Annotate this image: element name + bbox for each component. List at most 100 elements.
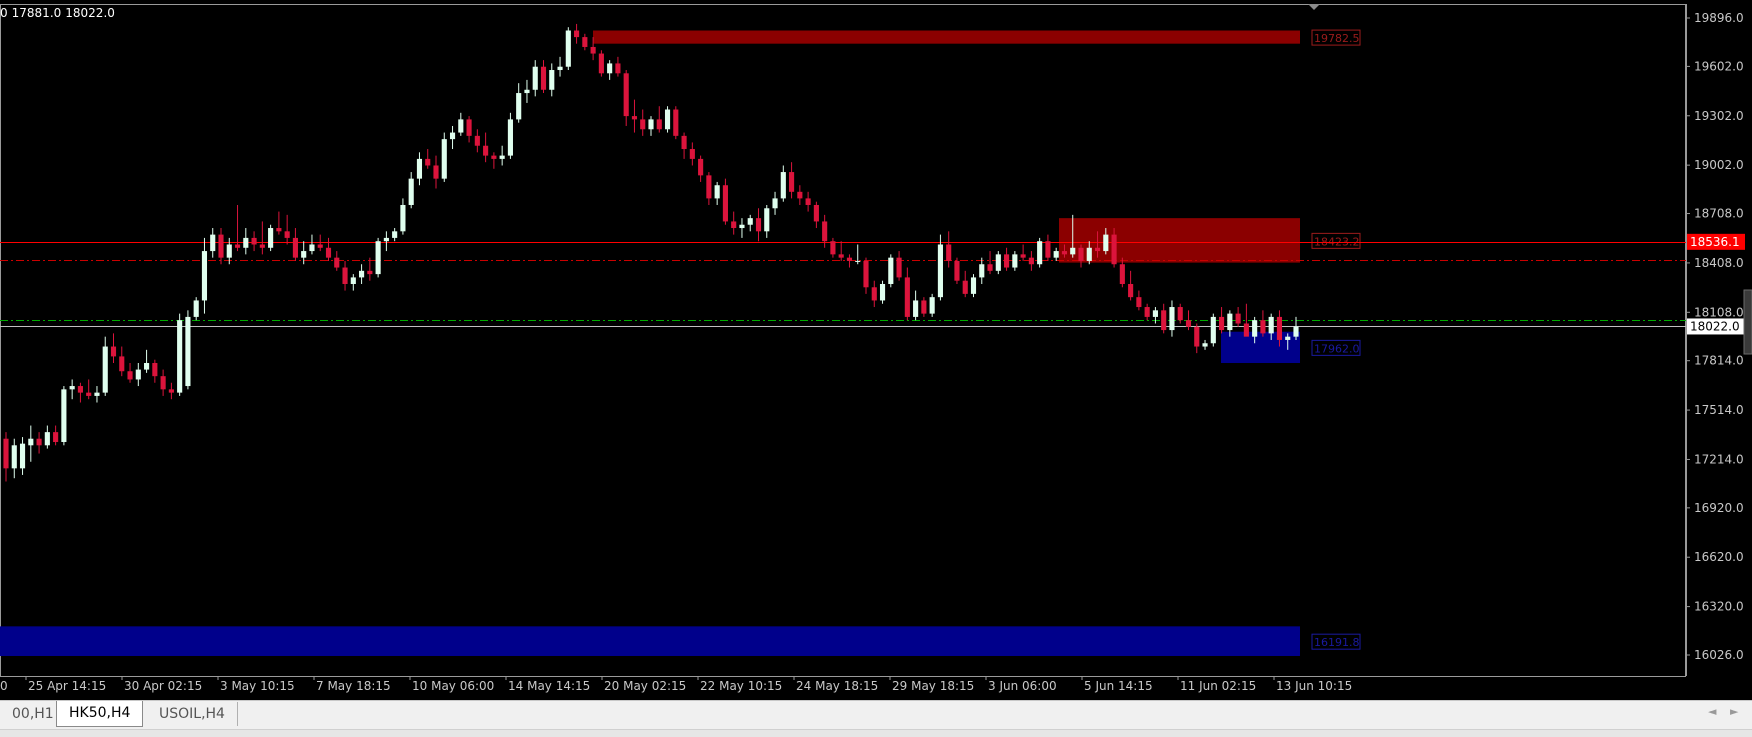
candle-body <box>689 149 695 159</box>
candle-body <box>110 346 117 357</box>
candle-body <box>1276 316 1283 340</box>
time-axis-label: 14 May 14:15 <box>508 679 590 693</box>
price-axis-label: 16920.0 <box>1694 501 1744 515</box>
candle-body <box>259 244 265 248</box>
candle-body <box>987 264 993 271</box>
candle-body <box>1094 247 1101 252</box>
candle-body <box>218 234 224 258</box>
candle-body <box>86 392 92 396</box>
tab-usoil-h4[interactable]: USOIL,H4 <box>147 702 238 726</box>
candle-body <box>764 208 770 232</box>
candle-body <box>177 320 183 393</box>
chart-frame <box>0 4 1686 677</box>
candle-body <box>871 287 877 301</box>
candle-body <box>507 119 513 156</box>
time-axis-label: 20 May 02:15 <box>604 679 686 693</box>
candle-body <box>855 260 861 262</box>
candle-body <box>623 73 629 117</box>
candle-body <box>888 257 894 284</box>
candle-body <box>557 66 563 71</box>
candle-body <box>383 237 389 242</box>
candle-body <box>408 178 414 205</box>
chart-shift-marker-icon[interactable] <box>1308 4 1320 10</box>
candle-body <box>532 66 538 90</box>
candle-body <box>822 221 828 242</box>
candle-body <box>1161 310 1167 331</box>
price-axis-label: 16620.0 <box>1694 550 1744 564</box>
candle-body <box>739 224 745 229</box>
candle-body <box>995 254 1001 271</box>
candle-body <box>954 260 960 281</box>
price-axis-label: 18708.0 <box>1694 207 1744 221</box>
candle-body <box>962 280 968 294</box>
time-axis-label: 25 Apr 14:15 <box>28 679 106 693</box>
candle-body <box>714 185 720 199</box>
candle-body <box>1119 264 1125 284</box>
candle-body <box>201 251 208 301</box>
candle-body <box>574 30 580 38</box>
candle-body <box>441 139 447 179</box>
chart-area[interactable]: 19782.5 18423.2 17962.0 16191.8 19896.0 19602… <box>0 0 1752 700</box>
time-axis-label: 29 May 18:15 <box>892 679 974 693</box>
scroll-right-icon[interactable]: ► <box>1730 705 1738 718</box>
candle-body <box>1053 251 1059 258</box>
candle-body <box>1136 297 1142 308</box>
ohlc-prefix: 0 <box>0 6 8 20</box>
candle-body <box>127 371 133 380</box>
candle-body <box>813 204 819 222</box>
candle-body <box>1185 320 1192 327</box>
candle-body <box>474 135 480 146</box>
candle-body <box>722 185 728 222</box>
candle-body <box>499 155 505 159</box>
candle-body <box>1210 316 1216 344</box>
price-axis-label: 18408.0 <box>1694 256 1744 270</box>
candle-body <box>590 46 596 54</box>
candle-body <box>516 93 522 120</box>
candle-body <box>896 257 902 278</box>
candle-body <box>243 237 249 248</box>
price-axis-highlight-label: 18536.1 <box>1690 235 1740 249</box>
candle-body <box>334 257 340 268</box>
price-axis-label: 19896.0 <box>1694 11 1744 25</box>
candle-body <box>19 443 26 469</box>
candle-body <box>69 386 75 390</box>
candle-body <box>921 300 927 314</box>
tab-hk50-h4[interactable]: HK50,H4 <box>56 701 144 727</box>
price-chart[interactable]: 19782.5 18423.2 17962.0 16191.8 19896.0 19602… <box>0 0 1752 700</box>
candle-body <box>631 116 638 120</box>
candle-body <box>648 119 654 130</box>
candle-body <box>1219 316 1225 331</box>
candle-body <box>1078 247 1084 261</box>
candle-body <box>416 158 423 179</box>
candle-body <box>94 392 100 396</box>
candle-body <box>185 316 191 387</box>
time-axis-label: 7 May 18:15 <box>316 679 391 693</box>
candle-body <box>251 237 257 245</box>
time-axis-label: 22 May 10:15 <box>700 679 782 693</box>
current-price-label: 18022.0 <box>1690 319 1740 333</box>
candle-body <box>549 70 555 90</box>
price-axis-label: 19002.0 <box>1694 158 1744 172</box>
time-axis-label: 24 May 18:15 <box>796 679 878 693</box>
candle-body <box>879 283 886 301</box>
scroll-left-icon[interactable]: ◄ <box>1708 705 1716 718</box>
candle-body <box>36 438 42 446</box>
candle-body <box>673 109 679 136</box>
candle-body <box>44 432 50 446</box>
zone-label: 19782.5 <box>1314 32 1360 45</box>
candle-body <box>309 244 315 252</box>
candle-body <box>28 438 34 446</box>
candle-body <box>1293 326 1299 337</box>
price-axis-label: 16026.0 <box>1694 648 1744 662</box>
candle-body <box>160 376 166 390</box>
candle-body <box>1202 343 1208 347</box>
candle-body <box>119 356 125 372</box>
candle-body <box>863 260 869 288</box>
time-axis-label: 5 Jun 14:15 <box>1084 679 1153 693</box>
candle-body <box>1103 234 1109 252</box>
scale-handle[interactable] <box>1743 289 1752 355</box>
candle-body <box>1194 326 1200 347</box>
candle-body <box>615 63 621 74</box>
candle-body <box>268 228 274 248</box>
candle-body <box>1252 320 1258 337</box>
